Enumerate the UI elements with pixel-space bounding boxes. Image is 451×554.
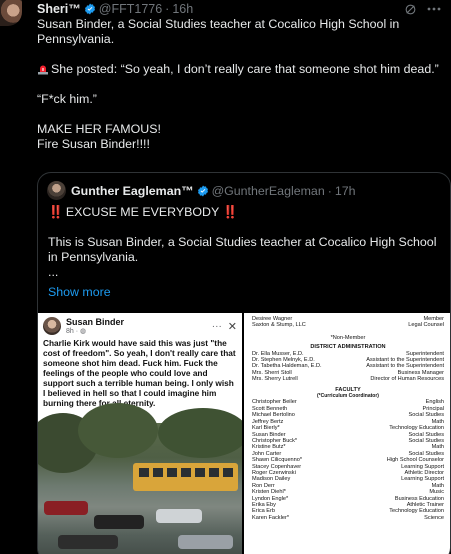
double-exclamation-icon: ‼️ [48,205,63,219]
tweet-line-8: Fire Susan Binder!!!! [37,137,150,151]
fb-post-text: Charlie Kirk would have said this was ju… [43,338,236,408]
avatar[interactable] [0,0,22,26]
timestamp[interactable]: 16h [172,2,193,16]
quoted-headline: ‼️ EXCUSE ME EVERYBODY ‼️ [48,205,238,219]
quoted-author-handle: @GuntherEagleman [211,183,325,198]
tweet-text: Susan Binder, a Social Studies teacher a… [37,17,445,152]
quoted-text: ‼️ EXCUSE ME EVERYBODY ‼️ This is Susan … [48,205,443,280]
author-handle[interactable]: @FFT1776 [99,2,162,16]
fb-avatar [43,317,61,335]
quoted-ellipsis: ... [48,265,59,279]
fb-close-icon: ✕ [227,320,237,333]
directory-document: Desiree Wagner Member Saxton & Stump, LLC… [252,316,444,521]
verified-badge-icon [197,185,209,197]
media-grid: Susan Binder 8h · ◍ ··· ✕ Charlie Kirk w… [38,313,450,554]
tweet: Sheri™ @FFT1776 · 16h Susan Binder, a So… [0,0,451,554]
separator: · [165,2,170,16]
quoted-body: This is Susan Binder, a Social Studies t… [48,235,437,264]
quoted-tweet-header: Gunther Eagleman™ @GuntherEagleman · 17h [47,181,356,200]
quoted-avatar [47,181,66,200]
separator: · [327,183,332,198]
media-image-directory-document[interactable]: Desiree Wagner Member Saxton & Stump, LLC… [244,313,450,554]
siren-icon [37,63,49,75]
fb-post-time: 8h · ◍ [66,328,87,335]
header-actions [404,3,441,16]
show-more-link[interactable]: Show more [48,285,111,299]
quoted-tweet[interactable]: Gunther Eagleman™ @GuntherEagleman · 17h… [37,172,451,554]
school-photo [38,403,242,554]
quoted-author-name: Gunther Eagleman™ [71,183,194,198]
more-options-icon[interactable] [427,7,441,11]
author-name[interactable]: Sheri™ [37,2,81,16]
fb-author-name: Susan Binder [66,317,125,327]
fb-more-icon: ··· [211,320,222,332]
tweet-header: Sheri™ @FFT1776 · 16h [37,2,441,16]
double-exclamation-icon: ‼️ [222,205,237,219]
tweet-line-1: Susan Binder, a Social Studies teacher a… [37,17,400,46]
tweet-line-7: MAKE HER FAMOUS! [37,122,161,136]
media-image-facebook-post[interactable]: Susan Binder 8h · ◍ ··· ✕ Charlie Kirk w… [38,313,242,554]
facebook-post-card: Susan Binder 8h · ◍ ··· ✕ Charlie Kirk w… [38,313,242,423]
school-bus [133,463,238,491]
verified-badge-icon [84,3,96,15]
tweet-line-3: She posted: “So yeah, I don’t really car… [37,62,445,77]
quoted-timestamp: 17h [334,183,356,198]
grok-icon[interactable] [404,3,417,16]
globe-icon: ◍ [80,328,87,335]
tweet-line-5: “F*ck him.” [37,92,97,106]
